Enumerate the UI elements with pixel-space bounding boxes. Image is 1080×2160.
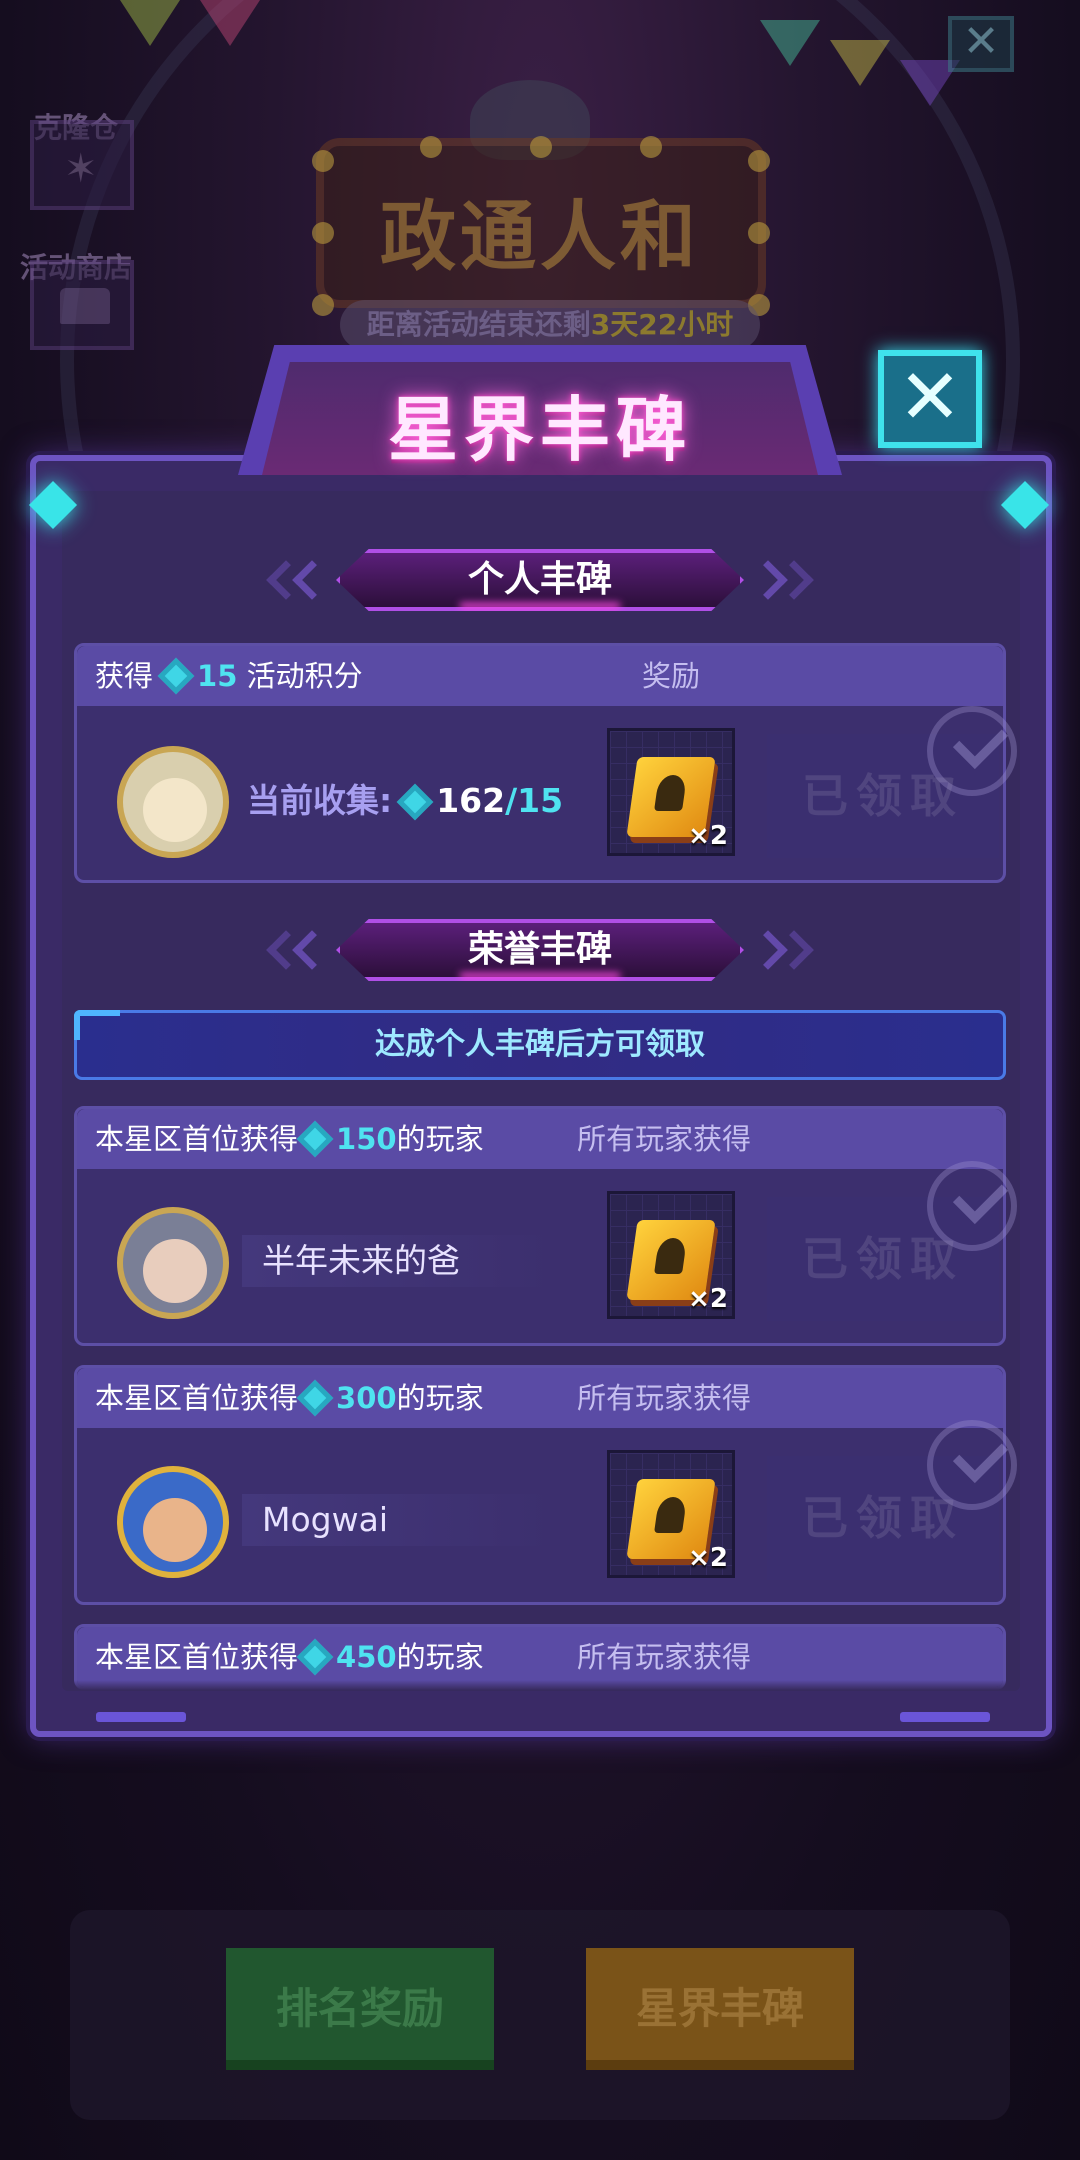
gem-icon [296,1638,334,1676]
condition-value: 450 [336,1640,397,1674]
pennant-flag [760,20,820,66]
item-count: ×2 [688,821,728,851]
avatar [117,746,229,858]
condition-prefix: 本星区首位获得 [95,1381,299,1415]
marquee-bulb [640,136,662,158]
honor-reward-card: 本星区首位获得 150的玩家 所有玩家获得 半年未来的爸 ×2 已领取 [74,1106,1017,1346]
reward-label: 奖励 [642,659,701,693]
marquee-bulb [312,150,334,172]
condition-value: 15 [197,659,238,693]
shop-icon [60,288,110,324]
honor-reward-card: 本星区首位获得 300的玩家 所有玩家获得 Mogwai ×2 已领取 [74,1365,1017,1605]
honor-notice: 达成个人丰碑后方可领取 [74,1010,1006,1080]
marquee-bulb [748,150,770,172]
card-header: 本星区首位获得 300的玩家 所有玩家获得 [77,1368,1003,1428]
event-countdown: 距离活动结束还剩3天22小时 [340,300,760,350]
countdown-value: 3天22小时 [590,308,734,341]
avatar-face [143,1239,207,1303]
astral-monument-button[interactable]: 星界丰碑 [586,1948,854,2070]
dna-icon: ✶ [64,146,98,192]
check-stamp-icon [927,1420,1017,1510]
modal-foot-accent [900,1712,990,1722]
scroll-fade [74,1680,1006,1690]
card-header: 获得 15 活动积分 奖励 [77,646,1003,706]
personal-section-title: 个人丰碑 [467,559,612,600]
event-shop-button[interactable] [30,260,134,350]
condition-prefix: 本星区首位获得 [95,1122,299,1156]
clone-bay-button[interactable]: ✶ [30,120,134,210]
condition-prefix: 本星区首位获得 [95,1640,299,1674]
avatar [117,1466,229,1578]
avatar-face [143,778,207,842]
condition-suffix: 的玩家 [396,1122,484,1156]
reward-label: 所有玩家获得 [577,1122,752,1156]
collect-label: 当前收集: [247,781,393,820]
gem-icon [296,1120,334,1158]
gem-icon [157,657,195,695]
reward-label: 所有玩家获得 [577,1640,752,1674]
condition-value: 300 [336,1381,397,1415]
collect-value: 162 [436,781,506,820]
pennant-flag [120,0,180,46]
condition-suffix: 的玩家 [396,1381,484,1415]
pennant-flag [200,0,260,46]
item-count: ×2 [688,1543,728,1573]
collect-progress: 当前收集: 162/15 [247,774,563,822]
item-count: ×2 [688,1284,728,1314]
player-name: Mogwai [242,1494,552,1546]
reward-item-slot[interactable]: ×2 [607,1191,735,1319]
reward-label: 所有玩家获得 [577,1381,752,1415]
card-condition: 本星区首位获得 300的玩家 [95,1368,484,1428]
close-icon: ✕ [898,352,962,441]
personal-reward-card: 获得 15 活动积分 奖励 当前收集: 162/15 ×2 已领取 [74,643,1017,883]
gem-icon [396,783,434,821]
modal-close-button[interactable]: ✕ [878,350,982,448]
check-stamp-icon [927,1161,1017,1251]
card-condition: 本星区首位获得 150的玩家 [95,1109,484,1169]
card-condition: 本星区首位获得 450的玩家 [95,1627,484,1687]
modal-title: 星界丰碑 [388,389,692,471]
marquee-bulb [420,136,442,158]
gem-icon [296,1379,334,1417]
condition-suffix: 的玩家 [396,1640,484,1674]
ranking-rewards-button[interactable]: 排名奖励 [226,1948,494,2070]
honor-section-header: 荣誉丰碑 [336,919,744,981]
collect-goal: /15 [505,781,564,820]
honor-section-title: 荣誉丰碑 [467,929,612,970]
reward-item-slot[interactable]: ×2 [607,728,735,856]
card-header: 本星区首位获得 150的玩家 所有玩家获得 [77,1109,1003,1169]
condition-prefix: 获得 [95,659,154,693]
bottom-bar [70,1910,1010,2120]
reward-item-slot[interactable]: ×2 [607,1450,735,1578]
card-header: 本星区首位获得 450的玩家 所有玩家获得 [77,1627,1003,1687]
check-stamp-icon [927,706,1017,796]
marquee-bulb [312,294,334,316]
personal-section-header: 个人丰碑 [336,549,744,611]
condition-value: 150 [336,1122,397,1156]
event-title: 政通人和 [380,192,700,281]
marquee-bulb [530,136,552,158]
background-close-button[interactable]: ✕ [948,16,1014,72]
marquee-bulb [748,222,770,244]
player-name: 半年未来的爸 [242,1235,552,1287]
card-condition: 获得 15 活动积分 [95,646,363,706]
pennant-flag [830,40,890,86]
modal-foot-accent [96,1712,186,1722]
avatar [117,1207,229,1319]
condition-suffix: 活动积分 [246,659,363,693]
countdown-prefix: 距离活动结束还剩 [366,308,591,341]
avatar-face [143,1498,207,1562]
